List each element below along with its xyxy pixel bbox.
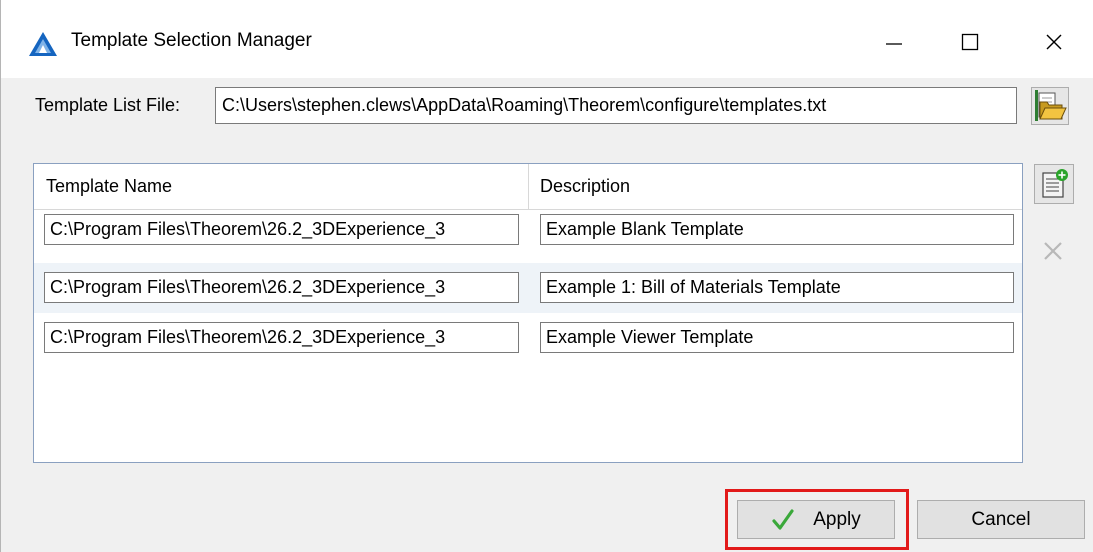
templates-table: Template Name Description C:\Program Fil…: [33, 163, 1023, 463]
table-row[interactable]: C:\Program Files\Theorem\26.2_3DExperien…: [34, 314, 1022, 364]
app-logo-icon: [28, 31, 58, 57]
remove-template-button[interactable]: [1034, 230, 1074, 270]
template-list-file-label: Template List File:: [35, 95, 181, 115]
description-field[interactable]: Example Viewer Template: [540, 322, 1014, 353]
table-row[interactable]: C:\Program Files\Theorem\26.2_3DExperien…: [34, 263, 1022, 313]
template-selection-manager-window: Template Selection Manager Template List…: [0, 0, 1093, 552]
column-header-description[interactable]: Description: [530, 164, 1020, 209]
column-header-template-name[interactable]: Template Name: [34, 164, 529, 209]
template-name-field[interactable]: C:\Program Files\Theorem\26.2_3DExperien…: [44, 214, 519, 245]
cancel-button[interactable]: Cancel: [917, 500, 1085, 539]
minimize-icon: [886, 43, 902, 45]
remove-icon: [1044, 242, 1062, 260]
description-field[interactable]: Example Blank Template: [540, 214, 1014, 245]
template-name-field[interactable]: C:\Program Files\Theorem\26.2_3DExperien…: [44, 322, 519, 353]
close-icon: [1046, 34, 1062, 50]
checkmark-icon: [771, 508, 795, 532]
table-row[interactable]: C:\Program Files\Theorem\26.2_3DExperien…: [34, 214, 1022, 264]
minimize-button[interactable]: [871, 22, 917, 62]
table-header: Template Name Description: [34, 164, 1022, 210]
add-template-icon: [1042, 169, 1068, 198]
template-name-field[interactable]: C:\Program Files\Theorem\26.2_3DExperien…: [44, 272, 519, 303]
add-template-button[interactable]: [1034, 164, 1074, 204]
folder-open-icon: [1035, 90, 1067, 121]
close-button[interactable]: [1031, 22, 1077, 62]
browse-button[interactable]: [1031, 87, 1069, 125]
cancel-label: Cancel: [971, 508, 1031, 530]
maximize-icon: [961, 33, 979, 51]
title-bar[interactable]: Template Selection Manager: [1, 0, 1093, 78]
description-field[interactable]: Example 1: Bill of Materials Template: [540, 272, 1014, 303]
maximize-button[interactable]: [947, 22, 993, 62]
apply-label: Apply: [813, 508, 861, 530]
apply-button[interactable]: Apply: [737, 500, 895, 539]
window-title: Template Selection Manager: [71, 30, 312, 51]
template-list-file-input[interactable]: C:\Users\stephen.clews\AppData\Roaming\T…: [215, 87, 1017, 124]
